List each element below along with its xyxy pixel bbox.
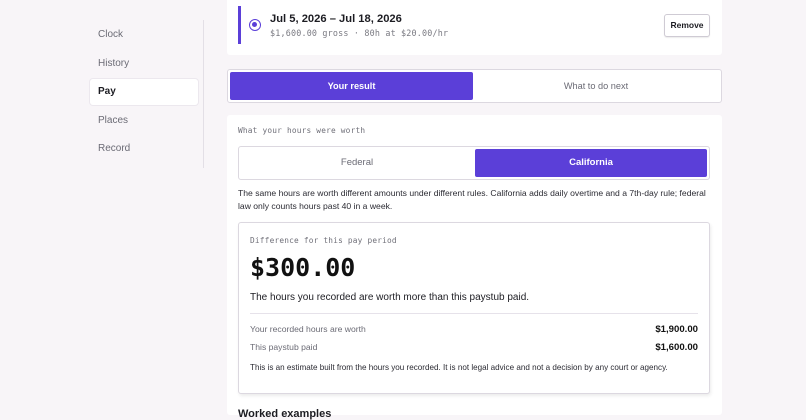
period-accent-bar xyxy=(238,6,241,44)
pay-period-details: $1,600.00 gross · 80h at $20.00/hr xyxy=(270,28,449,38)
disclaimer-text: This is an estimate built from the hours… xyxy=(250,363,668,372)
difference-card: Difference for this pay period $300.00 T… xyxy=(238,222,710,394)
federal-option[interactable]: Federal xyxy=(241,149,473,177)
sidebar-item-clock[interactable]: Clock xyxy=(90,22,198,48)
recorded-worth-value: $1,900.00 xyxy=(655,324,698,335)
divider xyxy=(250,313,698,314)
california-option[interactable]: California xyxy=(475,149,707,177)
hours-worth-card: What your hours were worth Federal Calif… xyxy=(227,115,722,420)
tab-what-to-do-next[interactable]: What to do next xyxy=(475,72,717,100)
pay-period-radio[interactable] xyxy=(249,19,261,31)
pay-period-dates: Jul 5, 2026 – Jul 18, 2026 xyxy=(270,13,402,25)
difference-label: Difference for this pay period xyxy=(250,236,397,245)
rules-explainer: The same hours are worth different amoun… xyxy=(238,188,706,211)
pay-period-card: Jul 5, 2026 – Jul 18, 2026 $1,600.00 gro… xyxy=(227,0,722,55)
tab-your-result[interactable]: Your result xyxy=(230,72,473,100)
rule-toggle: Federal California xyxy=(238,146,710,180)
sidebar-nav: Clock History Pay Places Record xyxy=(90,22,198,165)
sidebar-item-pay[interactable]: Pay xyxy=(90,79,198,106)
next-section-heading: Worked examples xyxy=(238,408,332,420)
result-tabs: Your result What to do next xyxy=(227,69,722,103)
sidebar-divider xyxy=(203,20,204,168)
sidebar-item-history[interactable]: History xyxy=(90,51,198,77)
difference-note: The hours you recorded are worth more th… xyxy=(250,292,530,303)
paystub-paid-label: This paystub paid xyxy=(250,342,318,352)
paystub-paid-value: $1,600.00 xyxy=(655,342,698,353)
recorded-worth-label: Your recorded hours are worth xyxy=(250,324,366,334)
section-label: What your hours were worth xyxy=(238,126,366,135)
remove-button[interactable]: Remove xyxy=(664,14,710,37)
difference-amount: $300.00 xyxy=(250,253,356,282)
sidebar-item-places[interactable]: Places xyxy=(90,108,198,134)
sidebar-item-record[interactable]: Record xyxy=(90,136,198,162)
